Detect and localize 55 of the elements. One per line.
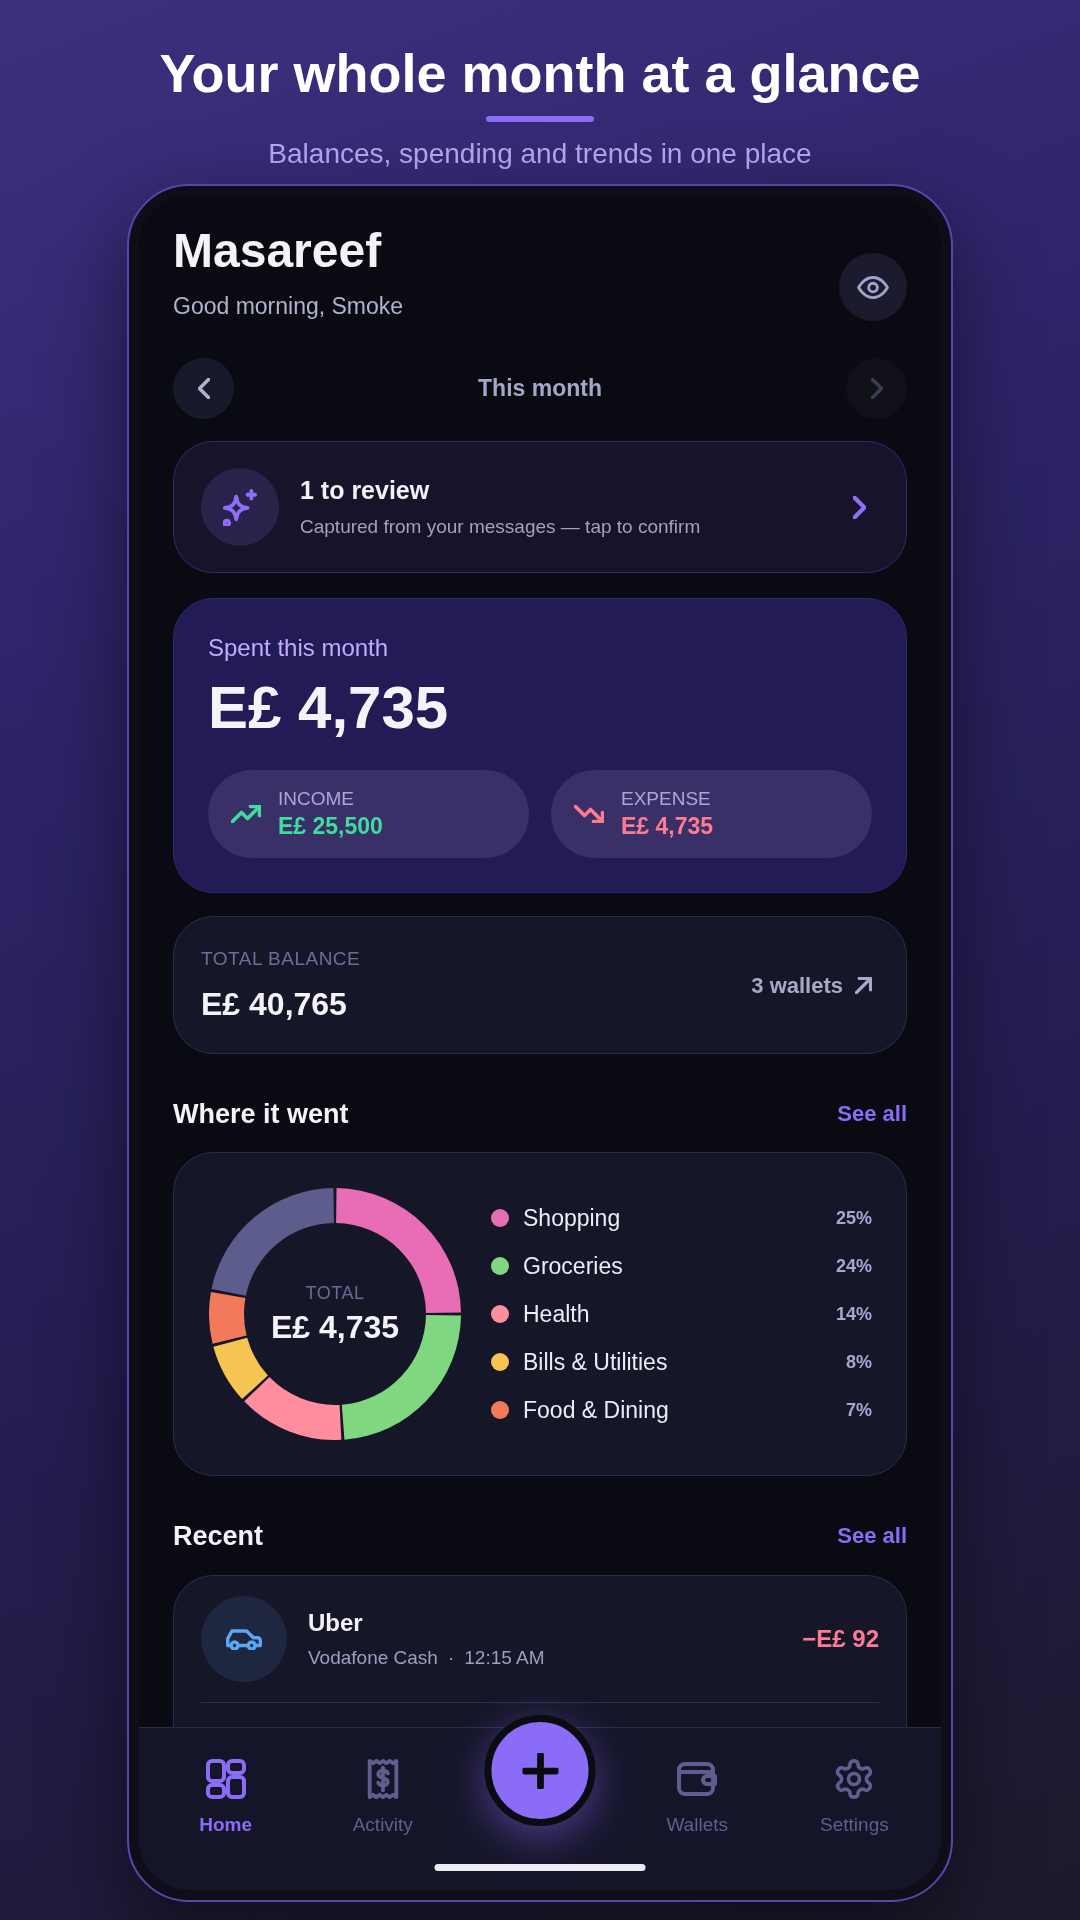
review-title: 1 to review bbox=[300, 475, 431, 505]
arrow-up-right-icon bbox=[855, 976, 872, 994]
balance-amount: E£ 40,765 bbox=[201, 985, 348, 1023]
nav-tab[interactable]: Activity bbox=[304, 1759, 462, 1837]
legend-label: Shopping bbox=[523, 1204, 621, 1232]
stat-amount: E£ 4,735 bbox=[621, 812, 714, 841]
grid-icon bbox=[205, 1759, 246, 1799]
transaction-row[interactable]: Uber Vodafone Cash · 12:15 AM −E£ 92 bbox=[201, 1596, 879, 1682]
legend-percent: 14% bbox=[835, 1303, 872, 1326]
wallets-link[interactable]: 3 wallets bbox=[751, 968, 872, 1002]
transaction-amount: −E£ 92 bbox=[802, 1624, 879, 1654]
review-subtitle: Captured from your messages — tap to confirm bbox=[300, 515, 701, 539]
review-card[interactable]: 1 to review Captured from your messages — tap to confirm bbox=[173, 441, 907, 573]
legend-percent: 7% bbox=[846, 1399, 872, 1422]
separator-dot: · bbox=[447, 1646, 455, 1670]
trend-down-icon bbox=[574, 805, 604, 823]
app-title: Masareef bbox=[173, 223, 383, 279]
nav-tab[interactable]: Settings bbox=[775, 1759, 933, 1837]
chevron-right-icon bbox=[870, 378, 883, 399]
legend-label: Bills & Utilities bbox=[523, 1348, 668, 1376]
donut-center-label: TOTAL bbox=[305, 1282, 365, 1304]
chevron-left-icon bbox=[197, 378, 210, 399]
trend-up-icon bbox=[231, 805, 261, 823]
legend-percent: 25% bbox=[835, 1207, 872, 1230]
headline: Your whole month at a glance bbox=[159, 42, 921, 105]
plus-icon bbox=[522, 1752, 558, 1789]
legend-label: Food & Dining bbox=[523, 1396, 669, 1424]
balance-label: TOTAL BALANCE bbox=[201, 947, 361, 971]
see-all-link[interactable]: See all bbox=[837, 1100, 907, 1128]
stat-label: EXPENSE bbox=[621, 787, 712, 811]
stat-amount: E£ 25,500 bbox=[278, 812, 383, 841]
transaction-name: Uber bbox=[308, 1608, 364, 1638]
nav-tab[interactable]: Home bbox=[147, 1759, 305, 1837]
time-label: 12:15 AM bbox=[464, 1646, 545, 1670]
period-label: This month bbox=[478, 374, 602, 404]
stat-label: INCOME bbox=[278, 787, 355, 811]
section-title: Where it went bbox=[173, 1098, 349, 1131]
subheadline: Balances, spending and trends in one place bbox=[268, 137, 812, 171]
chevron-right-icon bbox=[853, 495, 866, 519]
section-title: Recent bbox=[173, 1520, 264, 1553]
nav-tab[interactable]: Wallets bbox=[618, 1759, 776, 1837]
legend-percent: 24% bbox=[835, 1255, 872, 1278]
eye-icon bbox=[857, 275, 889, 299]
settings-icon bbox=[834, 1759, 875, 1799]
spent-label: Spent this month bbox=[208, 633, 390, 663]
legend-label: Health bbox=[523, 1300, 590, 1328]
greeting-text: Good morning, Smoke bbox=[173, 292, 404, 321]
wallet-label: Vodafone Cash bbox=[308, 1646, 438, 1670]
add-button[interactable] bbox=[484, 1715, 596, 1826]
spent-amount: E£ 4,735 bbox=[208, 675, 450, 741]
wallet-icon bbox=[677, 1759, 718, 1799]
see-all-link[interactable]: See all bbox=[837, 1522, 907, 1550]
legend-percent: 8% bbox=[846, 1351, 872, 1374]
donut-center-value: E£ 4,735 bbox=[270, 1308, 400, 1346]
legend-label: Groceries bbox=[523, 1252, 623, 1280]
